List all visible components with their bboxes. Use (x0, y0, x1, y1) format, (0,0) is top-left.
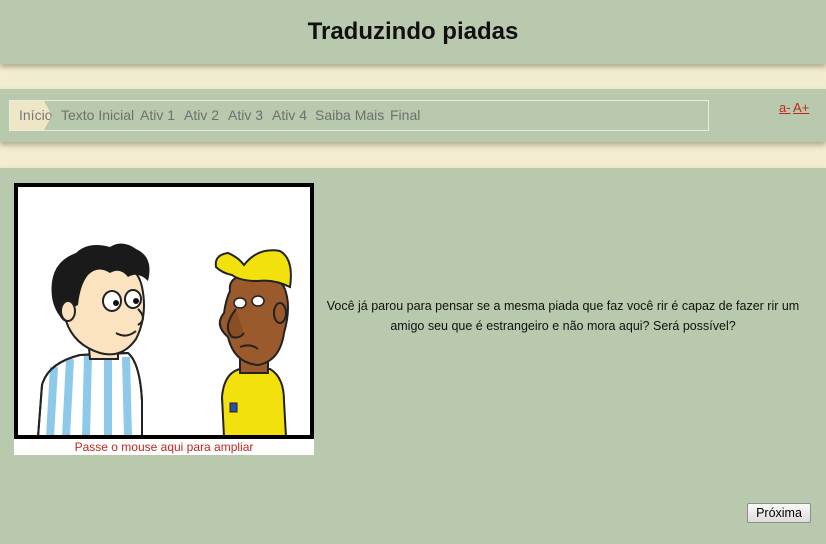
font-increase-link[interactable]: A+ (793, 100, 809, 115)
nav-item-ativ-1[interactable]: Ativ 1 (140, 101, 175, 130)
content-panel: Passe o mouse aqui para ampliar Você já … (0, 168, 826, 544)
nav-item-texto-inicial[interactable]: Texto Inicial (61, 101, 134, 130)
comic-illustration (37, 243, 292, 435)
nav-item-ativ-4[interactable]: Ativ 4 (272, 101, 307, 130)
font-decrease-link[interactable]: a- (779, 100, 791, 115)
header-bar: Traduzindo piadas (0, 0, 826, 64)
question-text: Você já parou para pensar se a mesma pia… (326, 299, 800, 333)
nav-item-saiba-mais[interactable]: Saiba Mais (315, 101, 384, 130)
page-title: Traduzindo piadas (307, 18, 519, 45)
next-button[interactable]: Próxima (747, 503, 811, 523)
image-caption[interactable]: Passe o mouse aqui para ampliar (14, 439, 314, 455)
right-character (214, 249, 292, 435)
nav-item-final[interactable]: Final (390, 101, 420, 130)
nav-menu: Início Texto Inicial Ativ 1 Ativ 2 Ativ … (9, 100, 709, 131)
left-character (37, 243, 150, 435)
nav-item-ativ-3[interactable]: Ativ 3 (228, 101, 263, 130)
nav-item-ativ-2[interactable]: Ativ 2 (184, 101, 219, 130)
nav-panel: Início Texto Inicial Ativ 1 Ativ 2 Ativ … (0, 89, 826, 142)
nav-item-inicio[interactable]: Início (10, 101, 52, 130)
comic-image[interactable] (14, 183, 314, 439)
